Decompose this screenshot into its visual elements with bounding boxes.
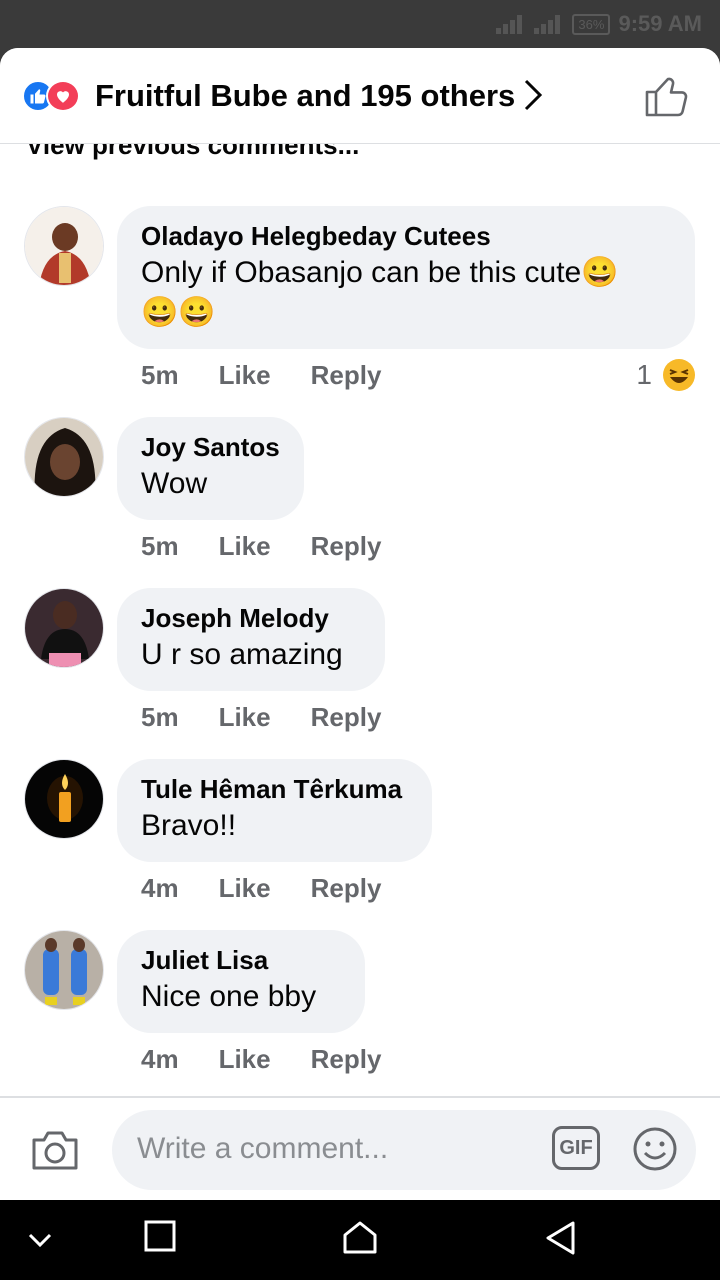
like-button[interactable]: Like <box>219 531 271 562</box>
system-navigation-bar <box>0 1200 720 1280</box>
comment-time: 4m <box>141 873 179 903</box>
comment-text: Nice one bby <box>141 980 317 1013</box>
comment-bubble[interactable]: Tule Hêman Têrkuma Bravo!! <box>117 759 432 862</box>
status-icons: 36% 9:59 AM <box>496 10 702 38</box>
avatar[interactable] <box>24 930 104 1010</box>
comment-time: 5m <box>141 702 179 732</box>
reactions-header[interactable]: Fruitful Bube and 195 others <box>0 48 720 144</box>
comment-bubble[interactable]: Oladayo Helegbeday Cutees Only if Obasan… <box>117 206 695 349</box>
comments-sheet: Fruitful Bube and 195 others View previo… <box>0 48 720 1200</box>
reply-button[interactable]: Reply <box>311 531 382 562</box>
comment-bubble[interactable]: Joy Santos Wow <box>117 417 304 520</box>
chevron-right-icon[interactable] <box>520 78 546 112</box>
comment-actions: 5m Like Reply <box>141 702 381 733</box>
reaction-summary[interactable] <box>22 80 88 112</box>
comment-text: 😀😀 <box>141 296 216 329</box>
thumbs-up-icon[interactable] <box>644 74 690 118</box>
comment-actions: 5m Like Reply <box>141 360 381 391</box>
avatar[interactable] <box>24 759 104 839</box>
gif-button[interactable]: GIF <box>552 1126 600 1170</box>
avatar[interactable] <box>24 588 104 668</box>
reply-button[interactable]: Reply <box>311 1044 382 1075</box>
battery-indicator: 36% <box>572 13 611 35</box>
reaction-count-number: 1 <box>636 359 652 390</box>
comment-text: Only if Obasanjo can be this cute😀 <box>141 256 619 289</box>
haha-icon <box>663 359 695 391</box>
like-button[interactable]: Like <box>219 873 271 904</box>
avatar[interactable] <box>24 417 104 497</box>
signal-icon <box>496 14 526 34</box>
reply-button[interactable]: Reply <box>311 702 382 733</box>
comment-time: 5m <box>141 531 179 561</box>
comment-text: U r so amazing <box>141 638 343 671</box>
reply-button[interactable]: Reply <box>311 873 382 904</box>
like-button[interactable]: Like <box>219 702 271 733</box>
reaction-count[interactable]: 1 <box>636 358 696 392</box>
recent-apps-icon[interactable] <box>144 1220 176 1252</box>
commenter-name[interactable]: Tule Hêman Têrkuma <box>141 772 408 806</box>
like-button[interactable]: Like <box>219 360 271 391</box>
comment-bubble[interactable]: Juliet Lisa Nice one bby <box>117 930 365 1033</box>
comment-time: 4m <box>141 1044 179 1074</box>
clock: 9:59 AM <box>618 11 702 36</box>
camera-icon[interactable] <box>30 1128 80 1172</box>
commenter-name[interactable]: Joseph Melody <box>141 601 361 635</box>
comment-bubble[interactable]: Joseph Melody U r so amazing <box>117 588 385 691</box>
comment-placeholder: Write a comment... <box>137 1132 389 1165</box>
home-icon[interactable] <box>342 1220 378 1254</box>
comment-time: 5m <box>141 360 179 390</box>
reply-button[interactable]: Reply <box>311 360 382 391</box>
commenter-name[interactable]: Joy Santos <box>141 430 280 464</box>
comment-text: Bravo!! <box>141 809 237 842</box>
comment-input[interactable]: Write a comment... GIF <box>112 1110 696 1190</box>
reactors-title[interactable]: Fruitful Bube and 195 others <box>95 78 515 114</box>
comment-actions: 4m Like Reply <box>141 1044 381 1075</box>
emoji-icon[interactable] <box>632 1126 678 1172</box>
commenter-name[interactable]: Oladayo Helegbeday Cutees <box>141 219 671 253</box>
comment-actions: 5m Like Reply <box>141 531 381 562</box>
status-bar: 36% 9:59 AM <box>0 0 720 48</box>
avatar[interactable] <box>24 206 104 286</box>
like-button[interactable]: Like <box>219 1044 271 1075</box>
back-icon[interactable] <box>544 1220 576 1256</box>
comment-text: Wow <box>141 467 208 500</box>
comment-actions: 4m Like Reply <box>141 873 381 904</box>
love-icon <box>46 80 80 112</box>
comment-composer: Write a comment... GIF <box>0 1096 720 1200</box>
commenter-name[interactable]: Juliet Lisa <box>141 943 341 977</box>
signal-icon <box>534 14 564 34</box>
chevron-down-icon[interactable] <box>26 1228 54 1252</box>
